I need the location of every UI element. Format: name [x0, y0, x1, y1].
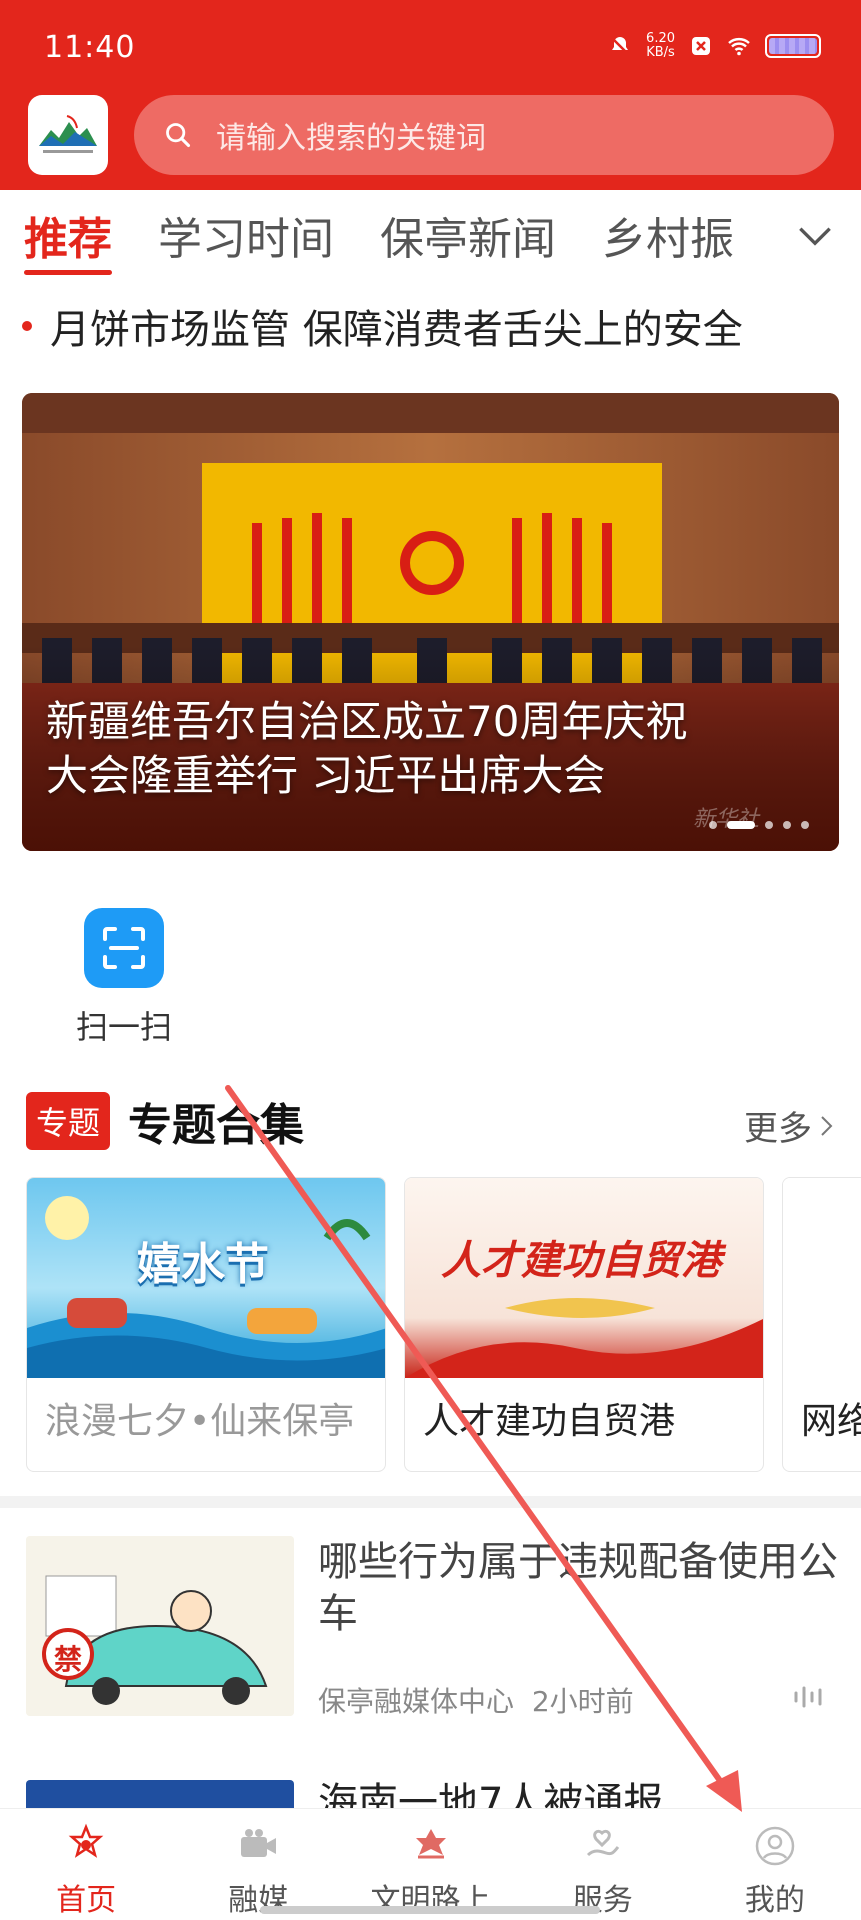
prohibited-badge: 禁	[53, 1643, 82, 1676]
topic-card-art-text: 人才建功自贸港	[441, 1238, 721, 1284]
topic-card-image: 嬉水节	[27, 1178, 385, 1378]
topic-card-image	[783, 1178, 861, 1378]
search-icon	[166, 123, 191, 148]
banner-carousel[interactable]: 新疆维吾尔自治区成立70周年庆祝 大会隆重举行 习近平出席大会 新华社	[22, 393, 839, 851]
more-link[interactable]: 更多	[744, 1101, 836, 1150]
topic-card[interactable]: 网络	[782, 1177, 861, 1472]
status-time: 11:40	[44, 30, 136, 65]
topics-header: 专题 专题合集 更多	[26, 1092, 836, 1151]
notification-x-icon	[692, 37, 710, 55]
tab-baoting-news[interactable]: 保亭新闻	[380, 203, 556, 267]
nav-civilization[interactable]: 文明路上	[344, 1809, 516, 1920]
nav-service[interactable]: 服务	[517, 1809, 689, 1920]
wifi-icon	[728, 38, 750, 56]
news-title: 哪些行为属于违规配备使用公车	[318, 1539, 838, 1637]
chevron-right-icon	[821, 1115, 833, 1136]
topic-card-image: 人才建功自贸港	[405, 1178, 763, 1378]
news-thumbnail: 禁	[26, 1536, 294, 1716]
scan-icon	[84, 908, 164, 988]
ticker-text: 月饼市场监管 保障消费者舌尖上的安全	[50, 307, 743, 353]
home-indicator	[260, 1906, 600, 1914]
topic-cards: 嬉水节 浪漫七夕•仙来保亭 人才建功自贸港 人才建功自贸港 网络	[26, 1177, 861, 1472]
topic-card-art-text: 嬉水节	[137, 1239, 269, 1290]
profile-icon	[755, 1826, 795, 1866]
service-hand-icon	[586, 1829, 619, 1857]
tab-recommend[interactable]: 推荐	[24, 203, 112, 275]
audio-wave-icon[interactable]	[792, 1684, 826, 1710]
topic-card-title: 浪漫七夕•仙来保亭	[45, 1401, 355, 1442]
bottom-nav: 首页 融媒 文明路上 服务 我的	[0, 1808, 861, 1920]
topic-card[interactable]: 嬉水节 浪漫七夕•仙来保亭	[26, 1177, 386, 1472]
home-emblem-icon	[68, 1823, 104, 1858]
search-bar[interactable]: 请输入搜索的关键词	[134, 95, 834, 175]
civilization-emblem-icon	[415, 1829, 446, 1859]
chevron-down-icon[interactable]	[793, 214, 837, 258]
mute-bell-icon	[610, 36, 630, 56]
net-speed: 6.20 KB/s	[646, 31, 675, 60]
app-header: 11:40 6.20 KB/s 请输入搜索的关键词	[0, 0, 861, 190]
news-item[interactable]: 海南一地7人被通报	[26, 1756, 836, 1816]
news-item[interactable]: 禁 哪些行为属于违规配备使用公车 保亭融媒体中心 2小时前	[26, 1536, 838, 1718]
topic-card-title: 人才建功自贸港	[423, 1401, 676, 1442]
search-placeholder: 请输入搜索的关键词	[216, 121, 486, 156]
banner-caption: 新疆维吾尔自治区成立70周年庆祝 大会隆重举行 习近平出席大会	[46, 697, 688, 800]
tab-study-time[interactable]: 学习时间	[158, 203, 334, 267]
nav-home[interactable]: 首页	[0, 1809, 172, 1920]
topics-title: 专题合集	[128, 1100, 305, 1151]
nav-media[interactable]: 融媒	[172, 1809, 344, 1920]
carousel-indicator	[709, 821, 809, 829]
scan-shortcut[interactable]: 扫一扫	[68, 908, 180, 1048]
scan-label: 扫一扫	[75, 1008, 172, 1046]
topics-badge: 专题	[26, 1092, 111, 1150]
section-divider	[0, 1496, 861, 1508]
battery-icon	[765, 34, 821, 58]
video-camera-icon	[241, 1829, 277, 1857]
topic-card[interactable]: 人才建功自贸港 人才建功自贸港	[404, 1177, 764, 1472]
nav-profile[interactable]: 我的	[689, 1809, 861, 1920]
topic-card-title: 网络	[801, 1401, 861, 1442]
tab-rural-revitalization[interactable]: 乡村振	[602, 203, 734, 267]
status-bar: 11:40 6.20 KB/s	[0, 0, 861, 90]
category-tabs: 推荐 学习时间 保亭新闻 乡村振	[0, 196, 861, 275]
app-logo[interactable]	[28, 95, 108, 175]
ticker-dot	[22, 321, 32, 331]
news-ticker[interactable]: 月饼市场监管 保障消费者舌尖上的安全	[22, 296, 842, 356]
news-meta: 保亭融媒体中心 2小时前	[318, 1685, 634, 1718]
